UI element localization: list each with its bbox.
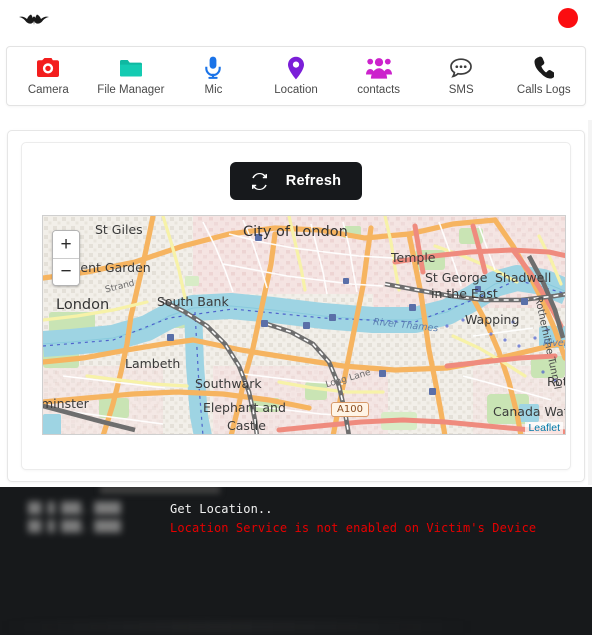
contacts-icon: [365, 56, 392, 80]
log-messages: Get Location.. Location Service is not e…: [170, 502, 536, 535]
location-map-card: Refresh St Giles City of London Temple v…: [21, 142, 571, 470]
nav-item-calls-logs[interactable]: Calls Logs: [502, 47, 585, 105]
zoom-in-button[interactable]: +: [53, 231, 79, 258]
feature-navbar: Camera File Manager Mic Location contact…: [6, 46, 586, 106]
console-log-panel: ██ █ ███, ████ ██ █ ███, ████ Get Locati…: [0, 487, 592, 635]
refresh-sync-icon: [251, 172, 268, 190]
log-message-error: Location Service is not enabled on Victi…: [170, 521, 537, 535]
nav-item-label: SMS: [448, 83, 474, 96]
mic-icon: [204, 56, 222, 80]
app-root: Camera File Manager Mic Location contact…: [0, 0, 592, 635]
recording-status-dot[interactable]: [558, 8, 578, 28]
location-panel-card: Refresh St Giles City of London Temple v…: [7, 130, 585, 482]
nav-item-label: contacts: [357, 83, 401, 96]
bat-logo-icon: [19, 14, 49, 25]
log-message-info: Get Location..: [170, 502, 273, 516]
refresh-button-label: Refresh: [285, 173, 342, 189]
nav-item-file-manager[interactable]: File Manager: [90, 47, 173, 105]
map-pin-icon: [287, 56, 305, 80]
redacted-footer-block: [0, 621, 592, 633]
map-tile-layer: [43, 216, 565, 434]
log-timestamps: ██ █ ███, ████ ██ █ ███, ████: [0, 502, 170, 535]
road-shield-a100: A100: [331, 402, 369, 417]
nav-item-label: Calls Logs: [516, 83, 571, 96]
log-timestamp: ██ █ ███, ████: [28, 520, 121, 533]
app-header: [0, 0, 592, 42]
nav-item-mic[interactable]: Mic: [172, 47, 255, 105]
phone-icon: [534, 56, 554, 80]
nav-item-label: Camera: [27, 83, 69, 96]
leaflet-attribution-link[interactable]: Leaflet: [525, 422, 563, 434]
console-log-row: ██ █ ███, ████ ██ █ ███, ████ Get Locati…: [0, 502, 592, 535]
location-map[interactable]: St Giles City of London Temple vent Gard…: [42, 215, 566, 435]
nav-item-location[interactable]: Location: [255, 47, 338, 105]
nav-item-contacts[interactable]: contacts: [337, 47, 420, 105]
nav-item-label: Location: [274, 83, 318, 96]
nav-item-camera[interactable]: Camera: [7, 47, 90, 105]
chat-bubble-icon: [449, 56, 473, 80]
nav-item-label: Mic: [204, 83, 223, 96]
nav-item-sms[interactable]: SMS: [420, 47, 503, 105]
zoom-out-button[interactable]: −: [53, 258, 79, 285]
refresh-button[interactable]: Refresh: [230, 162, 362, 200]
folder-icon: [119, 56, 143, 80]
camera-icon: [36, 56, 60, 80]
nav-item-label: File Manager: [97, 83, 165, 96]
log-timestamp: ██ █ ███, ████: [28, 502, 121, 515]
page-scrollbar[interactable]: [588, 120, 592, 485]
redacted-header-block: [100, 487, 220, 494]
map-zoom-controls: + −: [52, 230, 80, 286]
